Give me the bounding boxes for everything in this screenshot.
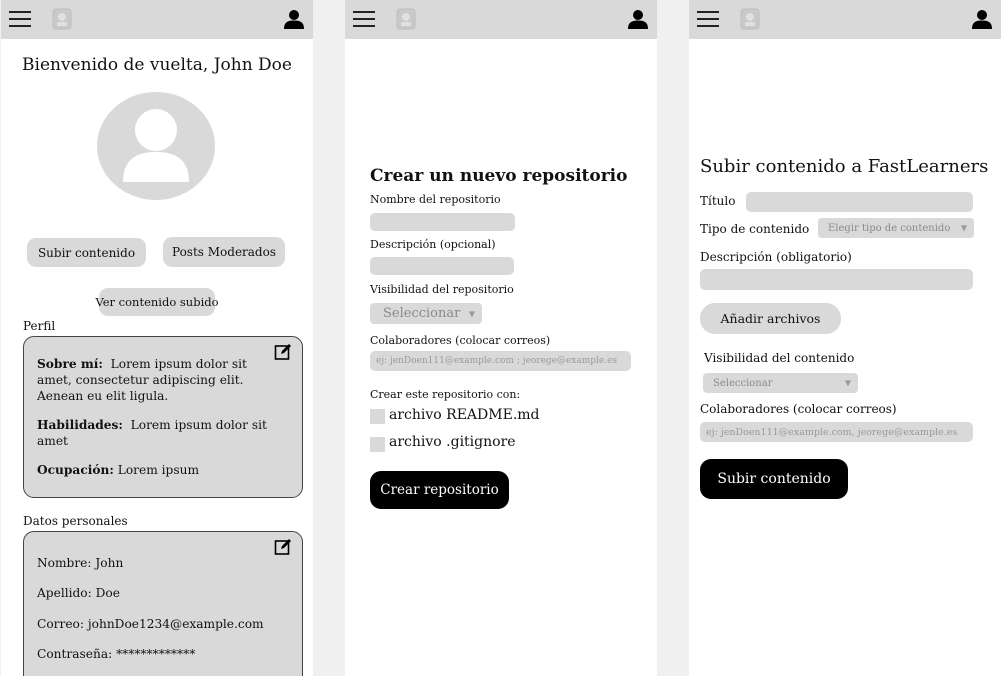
- chevron-down-icon: ▼: [844, 378, 851, 388]
- upload-content-button[interactable]: Subir contenido: [27, 238, 146, 267]
- repo-collab-input[interactable]: ej: jenDoen111@example.com ; jeorege@exa…: [370, 351, 631, 371]
- hamburger-icon[interactable]: [353, 11, 375, 27]
- new-repo-screen: Crear un nuevo repositorio Nombre del re…: [345, 0, 657, 676]
- personal-data-card: Nombre: John Apellido: Doe Correo: johnD…: [23, 531, 303, 676]
- email-value: johnDoe1234@example.com: [87, 617, 264, 631]
- repo-title: Crear un nuevo repositorio: [370, 166, 628, 186]
- content-type-label: Tipo de contenido: [700, 222, 810, 236]
- chevron-down-icon: ▼: [468, 309, 475, 318]
- skills-line1: Lorem ipsum dolor sit: [130, 418, 267, 432]
- chevron-down-icon: ▼: [960, 223, 967, 233]
- logo-icon[interactable]: [740, 8, 760, 30]
- create-with-label: Crear este repositorio con:: [370, 388, 521, 401]
- add-files-button[interactable]: Añadir archivos: [700, 303, 841, 334]
- view-uploaded-button[interactable]: Ver contenido subido: [95, 288, 219, 316]
- occupation-text: Ocupación: Lorem ipsum: [37, 462, 292, 478]
- upload-desc-input[interactable]: [700, 269, 973, 290]
- gitignore-checkbox[interactable]: [370, 437, 385, 452]
- user-icon[interactable]: [628, 9, 648, 29]
- welcome-title: Bienvenido de vuelta, John Doe: [22, 55, 292, 75]
- name-label: Nombre:: [37, 556, 92, 570]
- about-label: Sobre mí:: [37, 357, 103, 371]
- readme-label: archivo README.md: [389, 407, 540, 423]
- skills-line2: amet: [37, 434, 68, 449]
- title-label: Título: [700, 194, 736, 208]
- password-row: Contraseña: *************: [37, 646, 195, 662]
- readme-checkbox[interactable]: [370, 409, 385, 424]
- upload-collab-input[interactable]: ej: jenDoen111@example.com, jeorege@exam…: [700, 422, 973, 442]
- content-visibility-value: Seleccionar: [713, 377, 773, 389]
- about-line3: Aenean eu elit ligula.: [37, 389, 169, 404]
- create-repo-button[interactable]: Crear repositorio: [370, 471, 509, 509]
- upload-collab-label: Colaboradores (colocar correos): [700, 402, 897, 416]
- name-value: John: [95, 556, 124, 570]
- email-label: Correo:: [37, 617, 84, 631]
- logo-icon[interactable]: [52, 8, 72, 30]
- avatar-icon: [97, 92, 215, 200]
- skills-text: Habilidades: Lorem ipsum dolor sit amet: [37, 417, 292, 449]
- surname-value: Doe: [95, 586, 120, 600]
- name-row: Nombre: John: [37, 555, 123, 571]
- top-bar: [689, 0, 1001, 39]
- skills-label: Habilidades:: [37, 418, 123, 432]
- edit-icon[interactable]: [274, 538, 292, 556]
- password-value: *************: [116, 647, 196, 661]
- personal-data-title: Datos personales: [23, 514, 128, 528]
- hamburger-icon[interactable]: [9, 11, 31, 27]
- content-type-select[interactable]: Elegir tipo de contenido ▼: [818, 218, 974, 238]
- title-input[interactable]: [746, 192, 973, 212]
- top-bar: [1, 0, 313, 39]
- content-visibility-label: Visibilidad del contenido: [704, 351, 855, 365]
- about-text: Sobre mí: Lorem ipsum dolor sit amet, co…: [37, 356, 292, 404]
- occupation-label: Ocupación:: [37, 463, 114, 477]
- gitignore-label: archivo .gitignore: [389, 434, 516, 450]
- moderated-posts-button[interactable]: Posts Moderados: [163, 237, 285, 267]
- user-icon[interactable]: [972, 9, 992, 29]
- hamburger-icon[interactable]: [697, 11, 719, 27]
- repo-desc-label: Descripción (opcional): [370, 238, 496, 251]
- repo-name-label: Nombre del repositorio: [370, 193, 501, 206]
- occupation-value: Lorem ipsum: [117, 463, 199, 477]
- surname-row: Apellido: Doe: [37, 585, 120, 601]
- perfil-title: Perfil: [23, 319, 56, 333]
- about-line1: Lorem ipsum dolor sit: [110, 357, 247, 371]
- upload-content-screen: Subir contenido a FastLearners Título Ti…: [689, 0, 1001, 676]
- content-type-placeholder: Elegir tipo de contenido: [828, 222, 951, 234]
- about-line2: amet, consectetur adipiscing elit.: [37, 373, 244, 388]
- repo-collab-label: Colaboradores (colocar correos): [370, 334, 551, 347]
- repo-name-input[interactable]: [370, 213, 515, 231]
- repo-visibility-value: Seleccionar: [383, 306, 461, 321]
- upload-title: Subir contenido a FastLearners: [700, 156, 989, 177]
- password-label: Contraseña:: [37, 647, 113, 661]
- repo-visibility-label: Visibilidad del repositorio: [370, 283, 514, 296]
- upload-desc-label: Descripción (obligatorio): [700, 250, 852, 264]
- repo-desc-input[interactable]: [370, 257, 514, 275]
- repo-visibility-select[interactable]: Seleccionar ▼: [370, 303, 482, 324]
- surname-label: Apellido:: [37, 586, 92, 600]
- perfil-card: Sobre mí: Lorem ipsum dolor sit amet, co…: [23, 336, 303, 498]
- email-row: Correo: johnDoe1234@example.com: [37, 616, 264, 632]
- logo-icon[interactable]: [396, 8, 416, 30]
- submit-content-button[interactable]: Subir contenido: [700, 459, 848, 499]
- user-icon[interactable]: [284, 9, 304, 29]
- top-bar: [345, 0, 657, 39]
- content-visibility-select[interactable]: Seleccionar ▼: [703, 373, 858, 393]
- profile-screen: Bienvenido de vuelta, John Doe Subir con…: [1, 0, 313, 676]
